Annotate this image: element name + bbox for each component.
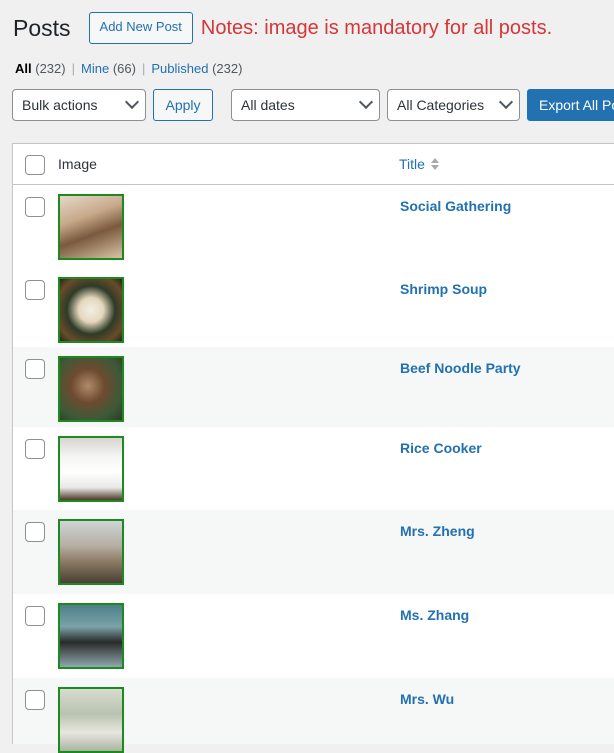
column-header-title[interactable]: Title xyxy=(399,156,439,172)
post-title-link[interactable]: Social Gathering xyxy=(400,198,511,214)
page-title: Posts xyxy=(13,14,71,41)
view-all-link[interactable]: All xyxy=(15,61,32,76)
mrs-wu-photo xyxy=(60,689,122,751)
beef-noodle-party-photo xyxy=(60,358,122,420)
mrs-zheng-photo xyxy=(60,521,122,583)
row-checkbox[interactable] xyxy=(25,280,45,300)
dates-filter-select[interactable]: All dates xyxy=(231,89,380,121)
chevron-down-icon xyxy=(498,94,514,110)
sort-icon xyxy=(430,158,439,170)
post-thumbnail[interactable] xyxy=(58,436,124,502)
post-thumbnail[interactable] xyxy=(58,194,124,260)
view-mine-link[interactable]: Mine xyxy=(81,61,109,76)
shrimp-soup-photo xyxy=(60,279,122,341)
table-header: Image Title xyxy=(13,144,614,185)
row-checkbox[interactable] xyxy=(25,439,45,459)
page-header: Posts Add New Post Notes: image is manda… xyxy=(13,12,552,44)
chevron-down-icon xyxy=(124,94,140,110)
table-row: Ms. Zhang xyxy=(13,594,614,678)
post-thumbnail[interactable] xyxy=(58,277,124,343)
post-thumbnail[interactable] xyxy=(58,687,124,753)
categories-filter-value: All Categories xyxy=(397,97,485,113)
table-row: Social Gathering xyxy=(13,185,614,268)
post-thumbnail[interactable] xyxy=(58,356,124,422)
select-all-checkbox[interactable] xyxy=(25,155,45,175)
table-row: Mrs. Wu xyxy=(13,678,614,753)
table-row: Shrimp Soup xyxy=(13,268,614,347)
row-checkbox[interactable] xyxy=(25,197,45,217)
social-gathering-photo xyxy=(60,196,122,258)
row-checkbox[interactable] xyxy=(25,359,45,379)
bulk-actions-value: Bulk actions xyxy=(22,97,98,113)
post-status-views: All (232) | Mine (66) | Published (232) xyxy=(15,61,242,76)
row-checkbox[interactable] xyxy=(25,690,45,710)
table-row: Rice Cooker xyxy=(13,427,614,510)
row-checkbox[interactable] xyxy=(25,606,45,626)
post-thumbnail[interactable] xyxy=(58,603,124,669)
apply-button[interactable]: Apply xyxy=(153,89,213,121)
column-header-image: Image xyxy=(58,156,97,172)
separator: | xyxy=(141,61,146,76)
view-published-count: (232) xyxy=(212,61,243,76)
table-row: Beef Noodle Party xyxy=(13,347,614,427)
table-row: Mrs. Zheng xyxy=(13,510,614,594)
row-checkbox[interactable] xyxy=(25,522,45,542)
view-published-link[interactable]: Published xyxy=(151,61,208,76)
post-title-link[interactable]: Ms. Zhang xyxy=(400,607,469,623)
column-header-title-label: Title xyxy=(399,156,425,172)
post-title-link[interactable]: Rice Cooker xyxy=(400,440,482,456)
ms-zhang-photo xyxy=(60,605,122,667)
dates-filter-value: All dates xyxy=(241,97,295,113)
notes-message: Notes: image is mandatory for all posts. xyxy=(200,16,553,39)
post-title-link[interactable]: Beef Noodle Party xyxy=(400,360,521,376)
separator: | xyxy=(71,61,75,76)
post-title-link[interactable]: Shrimp Soup xyxy=(400,281,487,297)
export-all-posts-button[interactable]: Export All Po xyxy=(527,89,614,121)
bulk-actions-select[interactable]: Bulk actions xyxy=(12,89,146,121)
post-title-link[interactable]: Mrs. Zheng xyxy=(400,523,475,539)
categories-filter-select[interactable]: All Categories xyxy=(387,89,520,121)
post-thumbnail[interactable] xyxy=(58,519,124,585)
post-title-link[interactable]: Mrs. Wu xyxy=(400,691,454,707)
add-new-post-button[interactable]: Add New Post xyxy=(88,12,193,44)
rice-cooker-photo xyxy=(60,438,122,500)
chevron-down-icon xyxy=(358,94,374,110)
view-all-count: (232) xyxy=(35,61,66,76)
view-mine-count: (66) xyxy=(112,61,136,76)
posts-table: Image Title Social Gathering Shrimp Soup… xyxy=(12,143,614,753)
